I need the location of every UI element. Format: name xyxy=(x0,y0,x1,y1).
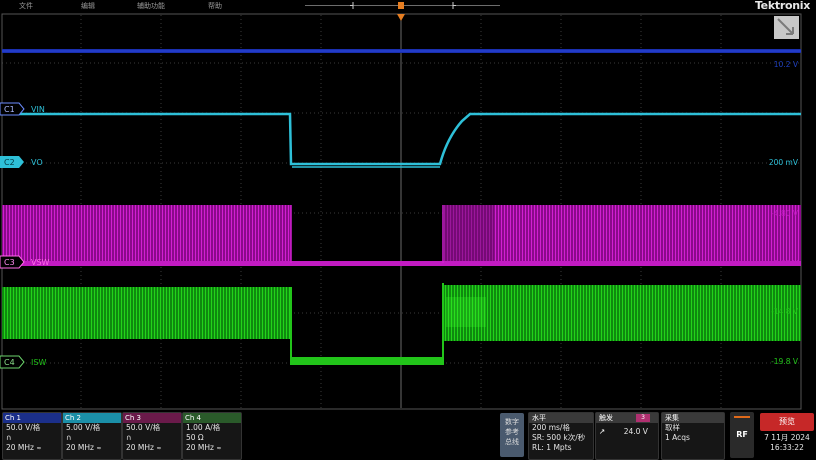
rf-button[interactable]: RF xyxy=(730,412,754,458)
ch2-coupling: ∩ xyxy=(66,433,72,442)
waveform-display[interactable]: 10.2 V 200 mV -4.80 V -9.80 V -14.8 V -1… xyxy=(0,13,816,410)
ch2-header: Ch 2 xyxy=(63,413,121,423)
trigger-level-row: ↗ 24.0 V xyxy=(596,423,658,437)
trigger-title: 触发 xyxy=(599,414,613,422)
ch1-bandwidth: 20 MHz ≈ xyxy=(6,443,42,452)
bw-limit-icon: ≈ xyxy=(96,445,102,452)
ch1-offset-label: 10.2 V xyxy=(774,60,799,69)
acquisition-mode: 取样 xyxy=(665,423,680,432)
horizontal-panel[interactable]: 水平 200 ms/格 SR: 500 k次/秒 RL: 1 Mpts xyxy=(528,412,594,460)
ch3-scale: 50.0 V/格 xyxy=(126,423,161,432)
rf-indicator-icon xyxy=(734,416,750,418)
ch3-offset-label-a: -4.80 V xyxy=(771,209,799,218)
ch4-scale: 1.00 A/格 xyxy=(186,423,221,432)
acquisition-panel[interactable]: 采集 取样 1 Acqs xyxy=(661,412,725,460)
svg-text:VIN: VIN xyxy=(31,105,45,114)
ch4-badge[interactable]: Ch 4 1.00 A/格 50 Ω 20 MHz ≈ xyxy=(182,412,242,460)
ch3-bandwidth: 20 MHz ≈ xyxy=(126,443,162,452)
ch3-header: Ch 3 xyxy=(123,413,181,423)
menu-edit[interactable]: 编辑 xyxy=(81,1,95,11)
ch3-offset-label-b: -9.80 V xyxy=(771,259,799,268)
acquisition-count: 1 Acqs xyxy=(665,433,690,442)
preview-button[interactable]: 预览 xyxy=(760,413,814,431)
svg-text:C2: C2 xyxy=(4,158,15,167)
ch2-badge[interactable]: Ch 2 5.00 V/格 ∩ 20 MHz ≈ xyxy=(62,412,122,460)
trigger-level: 24.0 V xyxy=(623,427,648,436)
sample-rate: SR: 500 k次/秒 xyxy=(532,433,586,442)
svg-text:VO: VO xyxy=(31,158,43,167)
ch3-badge[interactable]: Ch 3 50.0 V/格 ∩ 20 MHz ≈ xyxy=(122,412,182,460)
ch2-bandwidth: 20 MHz ≈ xyxy=(66,443,102,452)
tektronix-logo: Tektronix xyxy=(754,0,810,12)
menu-utility[interactable]: 辅助功能 xyxy=(137,1,165,11)
ch2-scale: 5.00 V/格 xyxy=(66,423,101,432)
trigger-panel[interactable]: 触发 3 ↗ 24.0 V xyxy=(595,412,659,460)
horizontal-title: 水平 xyxy=(529,413,593,423)
ch1-header: Ch 1 xyxy=(3,413,61,423)
side-button-line-2: 参考 xyxy=(505,428,519,436)
ch1-coupling: ∩ xyxy=(6,433,12,442)
ch1-badge[interactable]: Ch 1 50.0 V/格 ∩ 20 MHz ≈ xyxy=(2,412,62,460)
bw-limit-icon: ≈ xyxy=(156,445,162,452)
date-text: 7 11月 2024 xyxy=(764,433,810,442)
ch4-offset-label-a: -14.8 V xyxy=(771,307,799,316)
time-text: 16:33:22 xyxy=(770,443,804,452)
trace-label-c2[interactable]: C2 VO xyxy=(0,156,43,168)
svg-text:C1: C1 xyxy=(4,105,15,114)
menu-file[interactable]: 文件 xyxy=(19,1,33,11)
trigger-source-badge: 3 xyxy=(636,414,650,422)
ch2-offset-label: 200 mV xyxy=(769,158,799,167)
horizontal-scale: 200 ms/格 xyxy=(532,423,570,432)
ch4-header: Ch 4 xyxy=(183,413,241,423)
rising-edge-icon: ↗ xyxy=(599,427,606,436)
date-time: 7 11月 2024 16:33:22 xyxy=(760,433,814,453)
svg-text:C3: C3 xyxy=(4,258,15,267)
trigger-header: 触发 3 xyxy=(596,413,658,423)
ch3-coupling: ∩ xyxy=(126,433,132,442)
math-ref-bus-button[interactable]: 数字 参考 总线 xyxy=(500,413,524,457)
side-button-line-3: 总线 xyxy=(505,438,519,446)
menu-help[interactable]: 帮助 xyxy=(208,1,222,11)
ch4-bandwidth: 20 MHz ≈ xyxy=(186,443,222,452)
bw-limit-icon: ≈ xyxy=(216,445,222,452)
side-button-line-1: 数字 xyxy=(505,418,519,426)
timeline-markers xyxy=(350,2,456,9)
ch4-coupling: 50 Ω xyxy=(186,433,204,442)
bw-limit-icon: ≈ xyxy=(36,445,42,452)
acquisition-title: 采集 xyxy=(662,413,724,423)
ch4-offset-label-b: -19.8 V xyxy=(771,357,799,366)
status-bar: Ch 1 50.0 V/格 ∩ 20 MHz ≈ Ch 2 5.00 V/格 ∩… xyxy=(0,410,816,460)
rf-label: RF xyxy=(736,430,748,439)
ch1-scale: 50.0 V/格 xyxy=(6,423,41,432)
menu-bar: 文件 编辑 辅助功能 帮助 Tektronix xyxy=(0,0,816,13)
trace-label-c4[interactable]: C4 ISW xyxy=(0,355,46,369)
svg-text:C4: C4 xyxy=(4,358,15,367)
record-length: RL: 1 Mpts xyxy=(532,443,572,452)
svg-text:VSW: VSW xyxy=(31,258,50,267)
svg-text:ISW: ISW xyxy=(31,358,46,367)
